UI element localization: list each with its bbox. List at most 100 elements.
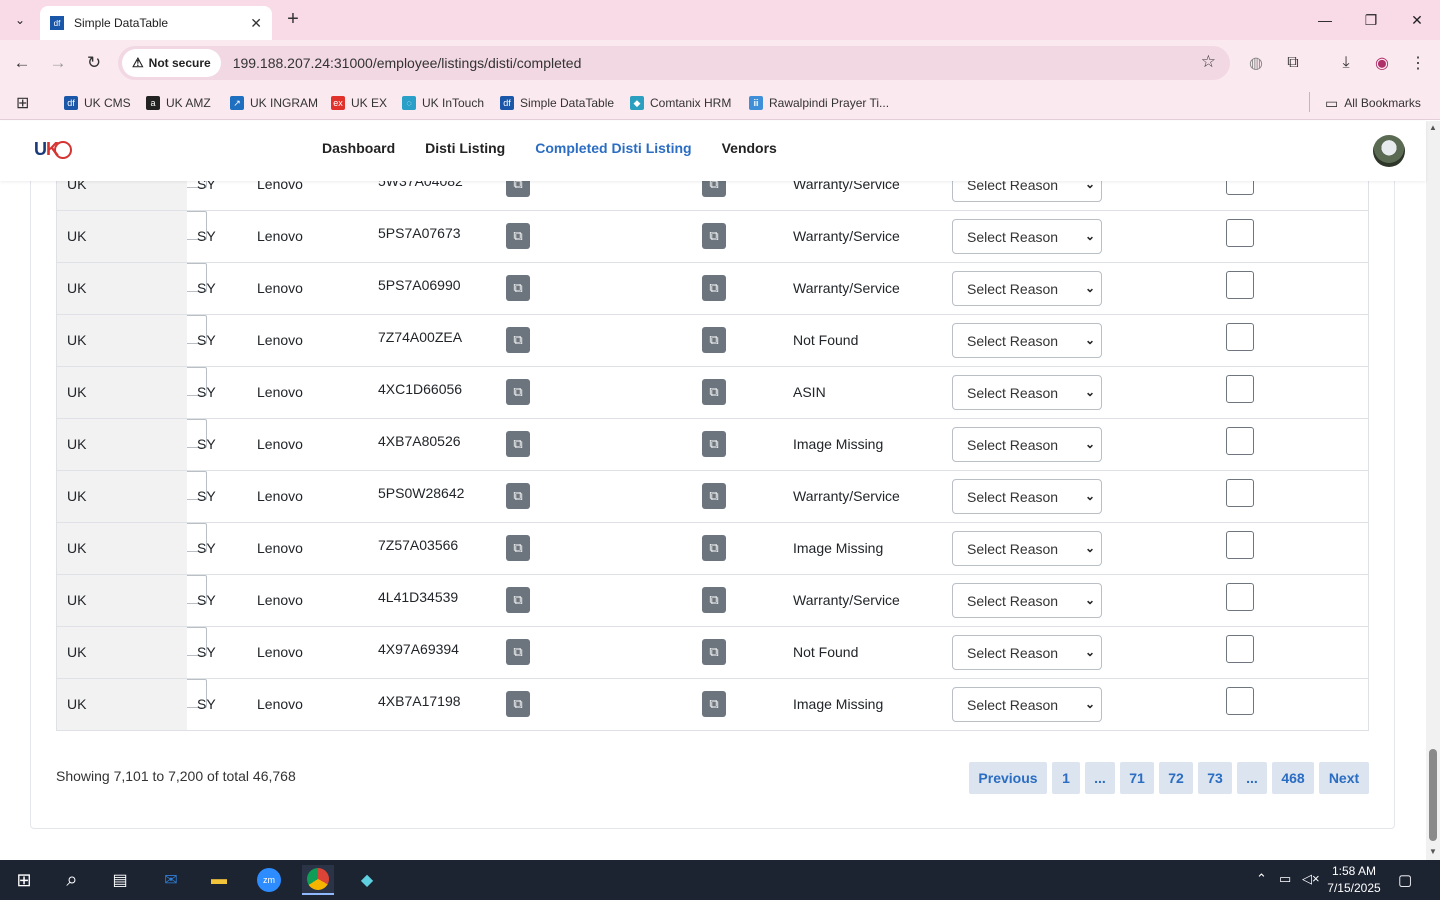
reason-select[interactable]: Select Reason ⌄ — [952, 323, 1102, 358]
row-checkbox[interactable] — [1226, 687, 1254, 715]
bookmark-item[interactable]: a UK AMZ — [146, 92, 211, 114]
task-view-icon[interactable]: ▤ — [104, 865, 136, 895]
paste-value-button[interactable]: ⧉ — [702, 587, 726, 613]
page-button[interactable]: 72 — [1159, 762, 1193, 794]
windows-start-icon[interactable]: ⊞ — [8, 865, 40, 895]
close-window-icon[interactable]: ✕ — [1405, 8, 1429, 32]
paste-value-button[interactable]: ⧉ — [702, 275, 726, 301]
download-icon[interactable]: ⤓ — [1334, 51, 1358, 75]
reason-select[interactable]: Select Reason ⌄ — [952, 583, 1102, 618]
nav-dashboard[interactable]: Dashboard — [322, 140, 395, 156]
nav-disti-listing[interactable]: Disti Listing — [425, 140, 505, 156]
page-button[interactable]: 468 — [1272, 762, 1314, 794]
row-checkbox[interactable] — [1226, 635, 1254, 663]
avatar[interactable] — [1373, 135, 1405, 167]
search-icon[interactable]: ⌕ — [56, 865, 88, 895]
tab-search-icon[interactable]: ⌄ — [8, 8, 32, 32]
file-explorer-icon[interactable]: ▬ — [203, 865, 235, 895]
bookmark-item[interactable]: df UK CMS — [64, 92, 131, 114]
copy-part-button[interactable]: ⧉ — [506, 535, 530, 561]
tab-close-icon[interactable]: ✕ — [250, 15, 262, 32]
nav-vendors[interactable]: Vendors — [722, 140, 777, 156]
profile-icon[interactable]: ◉ — [1370, 51, 1394, 75]
page-button[interactable]: 73 — [1198, 762, 1232, 794]
copy-part-button[interactable]: ⧉ — [506, 587, 530, 613]
reason-select[interactable]: Select Reason ⌄ — [952, 219, 1102, 254]
extensions-icon[interactable]: ⧉ — [1281, 51, 1305, 75]
reason-select[interactable]: Select Reason ⌄ — [952, 479, 1102, 514]
row-checkbox[interactable] — [1226, 219, 1254, 247]
previous-page-button[interactable]: Previous — [969, 762, 1047, 794]
copy-part-button[interactable]: ⧉ — [506, 275, 530, 301]
outlook-icon[interactable]: ✉ — [155, 865, 187, 895]
back-icon[interactable]: ← — [10, 51, 34, 75]
bookmark-item[interactable]: ◌ UK InTouch — [402, 92, 484, 114]
copy-part-button[interactable]: ⧉ — [506, 327, 530, 353]
scrollbar-thumb[interactable] — [1429, 749, 1437, 841]
row-checkbox[interactable] — [1226, 427, 1254, 455]
bookmark-star-icon[interactable]: ☆ — [1201, 52, 1216, 72]
paste-value-button[interactable]: ⧉ — [702, 483, 726, 509]
notifications-icon[interactable]: ▢ — [1398, 871, 1412, 889]
tray-chevron-icon[interactable]: ⌃ — [1256, 871, 1267, 887]
reason-select[interactable]: Select Reason ⌄ — [952, 635, 1102, 670]
scroll-down-icon[interactable]: ▼ — [1428, 847, 1438, 857]
translate-icon[interactable]: ◍ — [1244, 51, 1268, 75]
app-diamond-icon[interactable]: ◆ — [351, 865, 383, 895]
paste-value-button[interactable]: ⧉ — [702, 535, 726, 561]
volume-muted-icon[interactable]: ◁× — [1302, 871, 1320, 887]
paste-value-button[interactable]: ⧉ — [702, 379, 726, 405]
copy-part-button[interactable]: ⧉ — [506, 691, 530, 717]
bookmark-item[interactable]: df Simple DataTable — [500, 92, 614, 114]
forward-icon[interactable]: → — [46, 51, 70, 75]
zoom-icon[interactable]: zm — [253, 865, 285, 895]
apps-grid-icon[interactable]: ⊞ — [16, 92, 29, 114]
system-clock[interactable]: 1:58 AM 7/15/2025 — [1320, 863, 1388, 897]
reason-select[interactable]: Select Reason ⌄ — [952, 427, 1102, 462]
bookmark-item[interactable]: ex UK EX — [331, 92, 387, 114]
new-tab-icon[interactable]: + — [282, 8, 304, 30]
bookmark-item[interactable]: ⅲ Rawalpindi Prayer Ti... — [749, 92, 889, 114]
all-bookmarks[interactable]: ▭ All Bookmarks — [1325, 92, 1421, 114]
bookmark-favicon-icon: a — [146, 96, 160, 110]
copy-part-button[interactable]: ⧉ — [506, 639, 530, 665]
row-checkbox[interactable] — [1226, 271, 1254, 299]
row-checkbox[interactable] — [1226, 479, 1254, 507]
page-button[interactable]: 71 — [1120, 762, 1154, 794]
scroll-up-icon[interactable]: ▲ — [1428, 123, 1438, 133]
next-page-button[interactable]: Next — [1319, 762, 1369, 794]
row-checkbox[interactable] — [1226, 323, 1254, 351]
restore-icon[interactable]: ❐ — [1359, 8, 1383, 32]
browser-tab[interactable]: df Simple DataTable ✕ — [40, 6, 272, 40]
copy-part-button[interactable]: ⧉ — [506, 379, 530, 405]
copy-part-button[interactable]: ⧉ — [506, 431, 530, 457]
reason-select[interactable]: Select Reason ⌄ — [952, 271, 1102, 306]
reload-icon[interactable]: ↻ — [82, 51, 106, 75]
url-text[interactable]: 199.188.207.24:31000/employee/listings/d… — [233, 55, 582, 71]
row-checkbox[interactable] — [1226, 531, 1254, 559]
page-button[interactable]: 1 — [1052, 762, 1080, 794]
reason-select[interactable]: Select Reason ⌄ — [952, 531, 1102, 566]
more-menu-icon[interactable]: ⋮ — [1406, 51, 1430, 75]
paste-value-button[interactable]: ⧉ — [702, 223, 726, 249]
row-checkbox[interactable] — [1226, 375, 1254, 403]
bookmark-item[interactable]: ↗ UK INGRAM — [230, 92, 318, 114]
row-checkbox[interactable] — [1226, 583, 1254, 611]
paste-value-button[interactable]: ⧉ — [702, 431, 726, 457]
paste-value-button[interactable]: ⧉ — [702, 691, 726, 717]
bookmark-item[interactable]: ◆ Comtanix HRM — [630, 92, 731, 114]
minimize-icon[interactable]: — — [1313, 8, 1337, 32]
nav-completed-disti-listing[interactable]: Completed Disti Listing — [535, 140, 691, 156]
network-icon[interactable]: ▭ — [1279, 871, 1291, 887]
company-logo[interactable]: UK — [34, 139, 72, 160]
chrome-icon[interactable] — [302, 865, 334, 895]
page-scrollbar[interactable]: ▲ ▼ — [1426, 121, 1440, 860]
reason-select[interactable]: Select Reason ⌄ — [952, 375, 1102, 410]
paste-value-button[interactable]: ⧉ — [702, 327, 726, 353]
paste-value-button[interactable]: ⧉ — [702, 639, 726, 665]
reason-select[interactable]: Select Reason ⌄ — [952, 687, 1102, 722]
copy-part-button[interactable]: ⧉ — [506, 483, 530, 509]
security-chip[interactable]: ⚠ Not secure — [122, 49, 221, 77]
copy-part-button[interactable]: ⧉ — [506, 223, 530, 249]
address-bar[interactable]: ⚠ Not secure 199.188.207.24:31000/employ… — [118, 46, 1230, 80]
